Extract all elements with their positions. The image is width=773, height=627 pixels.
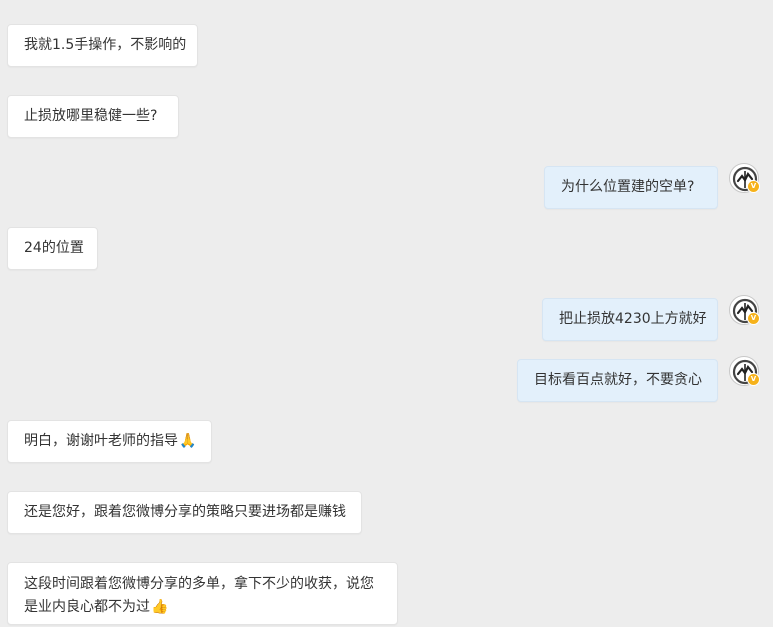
message-text: 把止损放4230上方就好 [559, 311, 707, 327]
thumbs-up-emoji: 👍 [151, 599, 169, 615]
message-text: 24的位置 [24, 240, 84, 256]
sender-avatar[interactable]: V [729, 356, 760, 386]
message-bubble-left[interactable]: 我就1.5手操作，不影响的 [7, 24, 198, 67]
message-text: 是业内良心都不为过 [24, 599, 150, 615]
message-text-line: 是业内良心都不为过👍 [24, 596, 381, 619]
message-text: 我就1.5手操作，不影响的 [24, 37, 187, 53]
message-text: 为什么位置建的空单? [561, 179, 695, 195]
verified-badge: V [747, 312, 760, 325]
message-text: 目标看百点就好，不要贪心 [534, 372, 702, 388]
verified-badge: V [747, 373, 760, 386]
sender-avatar[interactable]: V [729, 295, 760, 325]
message-bubble-right[interactable]: 把止损放4230上方就好 [542, 298, 718, 341]
verified-badge: V [747, 180, 760, 193]
message-text: 明白，谢谢叶老师的指导 [24, 433, 178, 449]
message-bubble-right[interactable]: 为什么位置建的空单? [544, 166, 718, 209]
praying-hands-emoji: 🙏 [179, 433, 197, 449]
message-bubble-left[interactable]: 明白，谢谢叶老师的指导🙏 [7, 420, 212, 463]
message-bubble-left[interactable]: 24的位置 [7, 227, 98, 270]
message-bubble-right[interactable]: 目标看百点就好，不要贪心 [517, 359, 718, 402]
message-bubble-left[interactable]: 止损放哪里稳健一些? [7, 95, 179, 138]
message-bubble-left[interactable]: 这段时间跟着您微博分享的多单，拿下不少的收获，说您 是业内良心都不为过👍 [7, 562, 398, 625]
sender-avatar[interactable]: V [729, 163, 760, 193]
message-text: 还是您好，跟着您微博分享的策略只要进场都是赚钱 [24, 504, 346, 520]
message-text: 止损放哪里稳健一些? [24, 108, 158, 124]
message-text-line: 这段时间跟着您微博分享的多单，拿下不少的收获，说您 [24, 576, 374, 592]
chat-conversation: 我就1.5手操作，不影响的 止损放哪里稳健一些? 为什么位置建的空单? V 24… [0, 0, 773, 627]
message-bubble-left[interactable]: 还是您好，跟着您微博分享的策略只要进场都是赚钱 [7, 491, 362, 534]
